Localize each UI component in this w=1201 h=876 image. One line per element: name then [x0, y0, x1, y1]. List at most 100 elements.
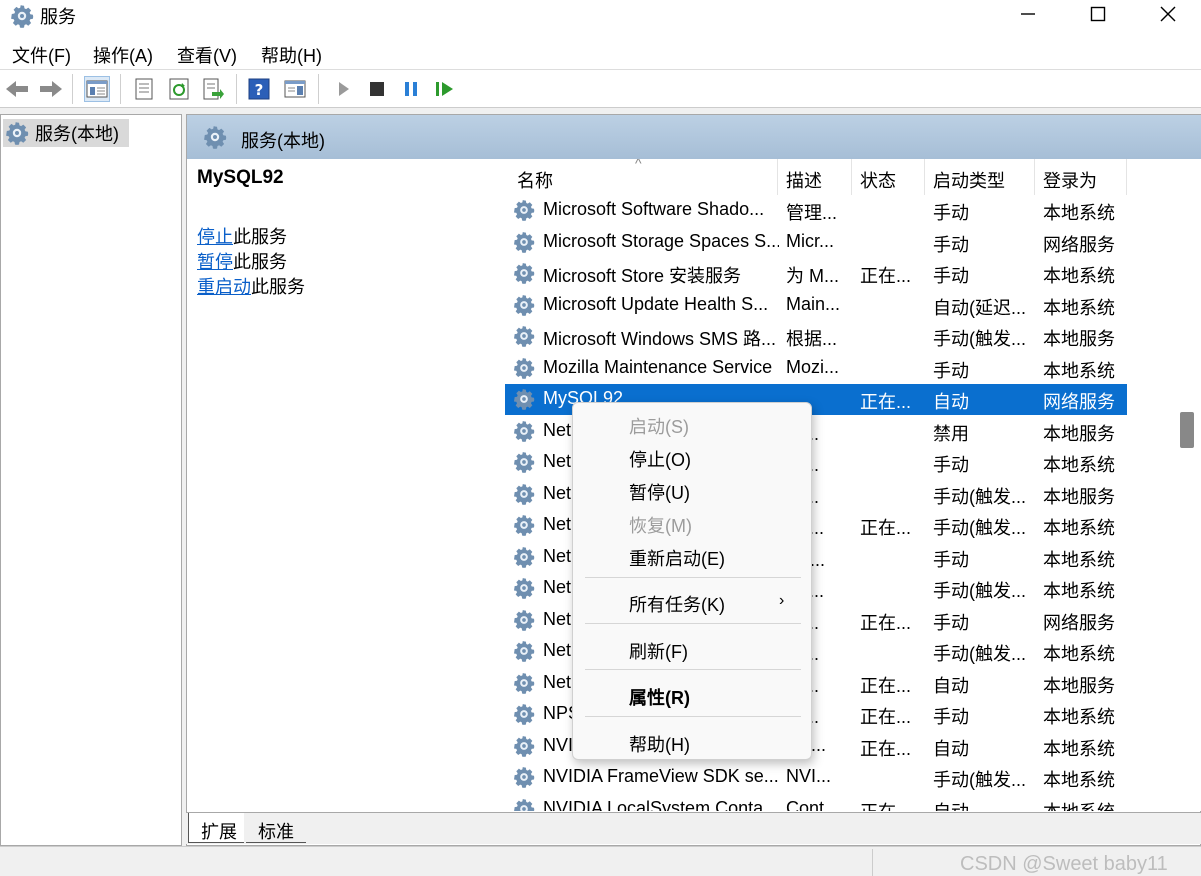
cell-startup-type: 手动(触发...: [933, 770, 1026, 790]
action-line-pause: 暂停此服务: [197, 252, 287, 272]
cell-log-on-as: 本地系统: [1043, 798, 1123, 812]
sort-indicator-icon: ^: [635, 159, 642, 171]
ctx-restart-menu-item[interactable]: 重新启动(E): [573, 540, 811, 572]
column-header-startup-type[interactable]: 启动类型: [933, 167, 1005, 193]
menu-help[interactable]: 帮助(H): [261, 42, 322, 68]
play-icon: [339, 82, 349, 96]
ctx-all-tasks-menu-item[interactable]: 所有任务(K) ›: [573, 586, 811, 618]
restart-service-link[interactable]: 重启动: [197, 277, 251, 297]
tab-extended[interactable]: 扩展: [188, 813, 244, 843]
service-gear-icon: [513, 735, 535, 757]
panel-header-title: 服务(本地): [241, 131, 325, 151]
panel-header: 服务(本地): [187, 115, 1201, 159]
service-gear-icon: [513, 483, 535, 505]
minimize-icon: [1021, 13, 1035, 15]
menu-file[interactable]: 文件(F): [12, 42, 71, 68]
vertical-scrollbar-thumb[interactable]: [1180, 412, 1194, 448]
table-row[interactable]: NVIDIA FrameView SDK se... NVI... 手动(触发...…: [505, 762, 1127, 793]
cell-startup-type: 自动: [933, 392, 969, 412]
service-gear-icon: [513, 514, 535, 536]
table-row[interactable]: Microsoft Update Health S... Main... 自动(延迟…: [505, 290, 1127, 321]
menu-action[interactable]: 操作(A): [93, 42, 153, 68]
table-row[interactable]: Microsoft Store 安装服务 为 M... 正在... 手动 本地系统: [505, 258, 1127, 289]
pause-service-link[interactable]: 暂停: [197, 252, 233, 272]
column-header-description[interactable]: 描述: [786, 167, 822, 193]
close-button[interactable]: [1133, 0, 1201, 28]
cell-log-on-as: 本地服务: [1043, 423, 1115, 444]
cell-status: 正在...: [860, 392, 912, 412]
tab-standard[interactable]: 标准: [246, 813, 306, 843]
cell-log-on-as: 本地系统: [1043, 549, 1115, 570]
table-row[interactable]: Mozilla Maintenance Service Mozi... 手动 本地系统: [505, 353, 1127, 384]
action-pane-button[interactable]: [282, 76, 308, 102]
export-list-icon: [203, 78, 224, 100]
tree-item-label: 服务(本地): [35, 124, 119, 144]
cell-log-on-as: 本地系统: [1043, 518, 1115, 538]
column-header-status[interactable]: 状态: [860, 167, 896, 193]
maximize-button[interactable]: [1063, 0, 1133, 28]
toolbar: ?: [0, 70, 1201, 108]
cell-startup-type: 手动: [933, 203, 969, 223]
stop-service-link[interactable]: 停止: [197, 227, 233, 247]
show-hide-tree-button[interactable]: [84, 76, 110, 102]
column-header-log-on-as[interactable]: 登录为: [1043, 167, 1097, 193]
refresh-icon: [169, 78, 189, 100]
cell-log-on-as: 本地服务: [1043, 329, 1115, 349]
menu-item-label: 暂停(U): [629, 483, 690, 503]
cell-startup-type: 手动(触发...: [933, 486, 1026, 507]
ctx-refresh-menu-item[interactable]: 刷新(F): [573, 633, 811, 665]
cell-startup-type: 手动: [933, 266, 969, 286]
table-row[interactable]: Microsoft Software Shado... 管理... 手动 本地系统: [505, 195, 1127, 226]
ctx-stop-menu-item[interactable]: 停止(O): [573, 441, 811, 473]
service-gear-icon: [513, 357, 535, 379]
cell-startup-type: 手动: [933, 234, 969, 255]
cell-description: 为 M...: [786, 266, 839, 286]
services-gear-icon: [203, 125, 227, 149]
chevron-right-icon: ›: [779, 592, 785, 609]
menu-item-label: 刷新(F): [629, 642, 688, 662]
service-gear-icon: [513, 640, 535, 662]
pause-service-button[interactable]: [398, 76, 424, 102]
ctx-help-menu-item[interactable]: 帮助(H): [573, 726, 811, 758]
forward-button[interactable]: [38, 76, 64, 102]
properties-button[interactable]: [131, 76, 157, 102]
cell-description: 根据...: [786, 329, 838, 349]
menu-item-label: 属性(R): [629, 688, 690, 708]
column-header-name[interactable]: 名称: [517, 167, 553, 193]
cell-startup-type: 自动: [933, 798, 1031, 812]
ctx-pause-menu-item[interactable]: 暂停(U): [573, 474, 811, 506]
back-arrow-icon: [6, 81, 28, 97]
action-line-stop: 停止此服务: [197, 227, 287, 247]
cell-name: Microsoft Storage Spaces S...: [543, 230, 779, 251]
table-row[interactable]: Microsoft Windows SMS 路... 根据... 手动(触发... 本…: [505, 321, 1127, 352]
menu-item-label: 启动(S): [629, 417, 689, 437]
ctx-properties-menu-item[interactable]: 属性(R): [573, 679, 811, 711]
tree-item-services-local[interactable]: 服务(本地): [3, 119, 129, 147]
back-button[interactable]: [4, 76, 30, 102]
cell-description: 管理...: [786, 203, 838, 223]
menu-view[interactable]: 查看(V): [177, 42, 237, 68]
minimize-button[interactable]: [993, 0, 1063, 28]
cell-description: Main...: [786, 293, 841, 314]
cell-name: Microsoft Software Shado...: [543, 199, 765, 219]
cell-status: 正在...: [860, 612, 912, 633]
service-gear-icon: [513, 294, 535, 316]
cell-startup-type: 自动: [933, 738, 969, 759]
refresh-button[interactable]: [166, 76, 192, 102]
restart-service-button[interactable]: [432, 76, 458, 102]
cell-startup-type: 自动(延迟...: [933, 297, 1026, 318]
cell-startup-type: 手动: [933, 612, 969, 633]
cell-log-on-as: 网络服务: [1043, 392, 1115, 412]
pause-icon: [405, 82, 417, 96]
stop-service-button[interactable]: [364, 76, 390, 102]
start-service-button[interactable]: [330, 76, 356, 102]
table-row[interactable]: Microsoft Storage Spaces S... Micr... 手动 网络…: [505, 227, 1127, 258]
cell-startup-type: 手动(触发...: [933, 644, 1026, 664]
help-button[interactable]: ?: [246, 76, 272, 102]
cell-startup-type: 自动: [933, 675, 969, 696]
maximize-icon: [1090, 6, 1106, 22]
title-bar: 服务: [0, 0, 1201, 34]
menu-separator: [585, 623, 801, 624]
export-list-button[interactable]: [200, 76, 226, 102]
table-row[interactable]: NVIDIA LocalSystem Conta... Cont... 正在... 自…: [505, 794, 1127, 812]
